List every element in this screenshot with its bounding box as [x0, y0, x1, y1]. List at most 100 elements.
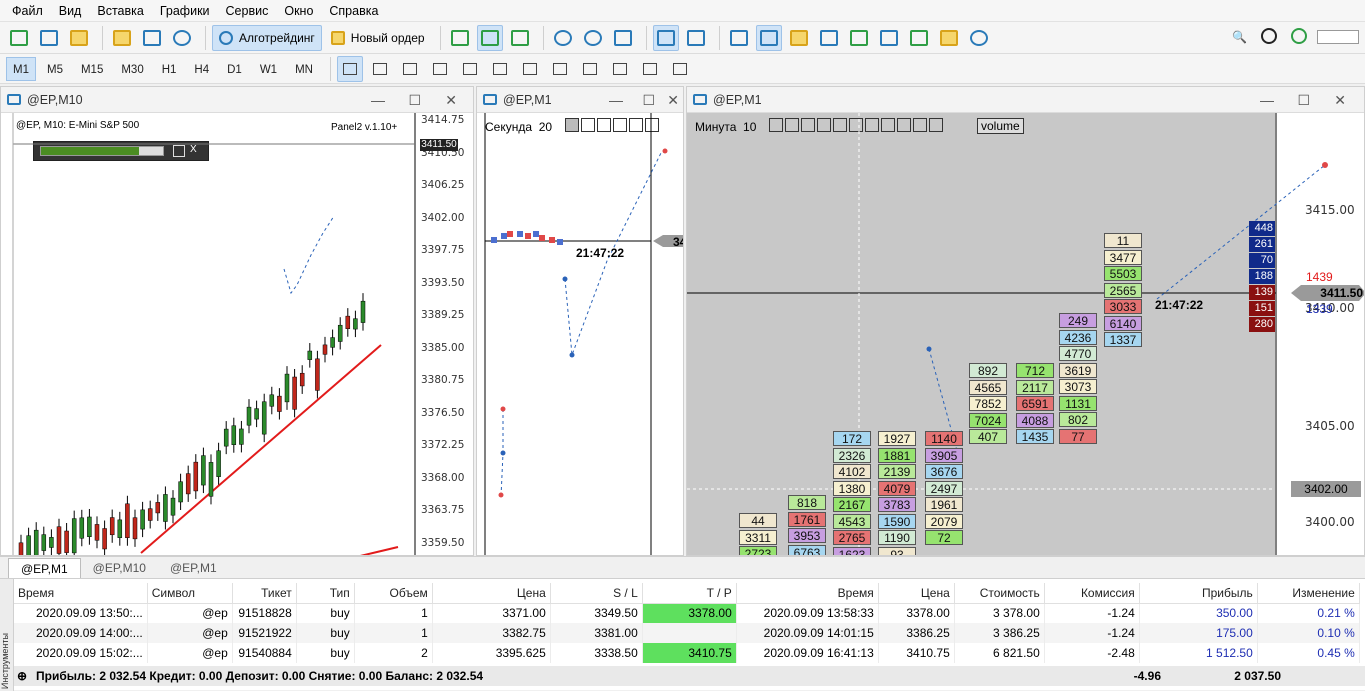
- minimize-button[interactable]: —: [371, 87, 385, 113]
- tile-windows-icon[interactable]: [610, 25, 636, 51]
- new-chart-icon[interactable]: [6, 25, 32, 51]
- trade-cell: 2020.09.09 16:41:13: [736, 643, 879, 663]
- arrows-icon[interactable]: [667, 56, 693, 82]
- column-header[interactable]: Прибыль: [1139, 583, 1258, 604]
- close-button[interactable]: ✕: [445, 87, 457, 113]
- timeframe-m5[interactable]: M5: [40, 57, 70, 81]
- price-tick-label: 3415.00: [1305, 203, 1355, 217]
- column-header[interactable]: Тикет: [232, 583, 297, 604]
- close-button[interactable]: ✕: [1334, 87, 1346, 113]
- timeframe-d1[interactable]: D1: [220, 57, 249, 81]
- menu-item[interactable]: Сервис: [218, 0, 277, 22]
- menu-item[interactable]: Графики: [152, 0, 218, 22]
- signals-chart-icon[interactable]: [906, 25, 932, 51]
- current-price-marker: 3411.50: [1320, 286, 1363, 300]
- rectangle-icon[interactable]: [637, 56, 663, 82]
- maximize-button[interactable]: ☐: [408, 87, 421, 113]
- chart-tab[interactable]: @EP,M1: [158, 558, 229, 578]
- cursor-icon[interactable]: [336, 55, 363, 82]
- timeframe-m30[interactable]: M30: [114, 57, 150, 81]
- timeframe-m1[interactable]: M1: [6, 56, 36, 81]
- timeframe-w1[interactable]: W1: [253, 57, 284, 81]
- horizontal-line-icon[interactable]: [427, 56, 453, 82]
- timeframe-h1[interactable]: H1: [155, 57, 184, 81]
- new-order-button[interactable]: Новый ордер: [326, 25, 430, 51]
- triangle-icon[interactable]: [607, 56, 633, 82]
- dom-ask-level: 261: [1249, 237, 1275, 252]
- column-header[interactable]: Цена: [878, 583, 955, 604]
- trade-row[interactable]: 2020.09.09 13:50:... @ep 91518828 buy 1 3371.…: [14, 603, 1360, 623]
- maximize-button[interactable]: ☐: [642, 87, 655, 113]
- chart-tab[interactable]: @EP,M1: [8, 558, 81, 578]
- timeframe-mn[interactable]: MN: [288, 57, 320, 81]
- tester-icon[interactable]: [876, 25, 902, 51]
- menu-item[interactable]: Вставка: [89, 0, 151, 22]
- seconds-chart-area[interactable]: Секунда 20 21:47:22 34: [477, 113, 683, 555]
- market-watch-icon[interactable]: [109, 25, 135, 51]
- footprint-cell: 44: [739, 513, 777, 528]
- timeframe-h4[interactable]: H4: [187, 57, 216, 81]
- candle: [94, 524, 100, 541]
- column-header[interactable]: Комиссия: [1044, 583, 1140, 604]
- column-header[interactable]: Объем: [354, 583, 433, 604]
- trade-row[interactable]: 2020.09.09 14:00:... @ep 91521922 buy 1 3382.…: [14, 623, 1360, 643]
- navigator-icon[interactable]: [139, 25, 165, 51]
- column-header[interactable]: Символ: [147, 583, 233, 604]
- column-header[interactable]: Стоимость: [954, 583, 1045, 604]
- minimize-button[interactable]: —: [609, 87, 623, 113]
- menu-item[interactable]: Файл: [4, 0, 51, 22]
- account-icon[interactable]: [1261, 28, 1277, 44]
- text-icon[interactable]: [547, 56, 573, 82]
- minimize-button[interactable]: —: [1260, 87, 1274, 113]
- function-icon[interactable]: [936, 25, 962, 51]
- objects-icon[interactable]: [786, 25, 812, 51]
- candlestick-icon[interactable]: [476, 24, 503, 51]
- menu-item[interactable]: Вид: [51, 0, 90, 22]
- search-icon[interactable]: 🔍: [1232, 30, 1247, 44]
- profiles-icon[interactable]: [36, 25, 62, 51]
- column-header[interactable]: Цена: [432, 583, 551, 604]
- menu-item[interactable]: Справка: [321, 0, 386, 22]
- maximize-button[interactable]: ☐: [1297, 87, 1310, 113]
- quick-search-input[interactable]: [1317, 30, 1359, 44]
- algo-trading-button[interactable]: Алготрейдинг: [212, 24, 322, 51]
- chart-tabs: @EP,M1 @EP,M10 @EP,M1: [0, 556, 1365, 578]
- zoom-in-icon[interactable]: [550, 25, 576, 51]
- chart-shift-icon[interactable]: [683, 25, 709, 51]
- close-button[interactable]: ✕: [667, 87, 679, 113]
- trade-cell: 2: [354, 643, 433, 663]
- column-header[interactable]: Изменение: [1257, 583, 1360, 604]
- ellipse-icon[interactable]: [577, 56, 603, 82]
- column-header[interactable]: T / P: [642, 583, 737, 604]
- menu-item[interactable]: Окно: [276, 0, 321, 22]
- footprint-chart-area[interactable]: Минута 10 volume 44 3311 2723 818 1761 3953 67…: [687, 113, 1364, 555]
- m10-chart-area[interactable]: @EP, M10: E-Mini S&P 500 Panel2 v.1.10+ …: [1, 113, 473, 555]
- signal-icon[interactable]: [169, 25, 195, 51]
- column-header[interactable]: Время: [736, 583, 879, 604]
- column-header[interactable]: S / L: [550, 583, 643, 604]
- channel-icon[interactable]: [487, 56, 513, 82]
- candle: [49, 537, 54, 548]
- periods-icon[interactable]: [755, 24, 782, 51]
- fibonacci-icon[interactable]: [517, 56, 543, 82]
- footprint-cell: 407: [969, 429, 1007, 444]
- timeframe-m15[interactable]: M15: [74, 57, 110, 81]
- line-chart-icon[interactable]: [507, 25, 533, 51]
- trendline-icon[interactable]: [457, 56, 483, 82]
- expand-icon[interactable]: ⊕: [14, 669, 30, 683]
- trade-row[interactable]: 2020.09.09 15:02:... @ep 91540884 buy 2 3395.…: [14, 643, 1360, 663]
- bid-size-label: 1339: [1306, 302, 1333, 316]
- templates-icon[interactable]: [66, 25, 92, 51]
- bar-chart-icon[interactable]: [447, 25, 473, 51]
- chart-tab[interactable]: @EP,M10: [81, 558, 158, 578]
- clock-icon[interactable]: [966, 25, 992, 51]
- auto-scroll-icon[interactable]: [652, 24, 679, 51]
- indicators-icon[interactable]: [726, 25, 752, 51]
- refresh-icon[interactable]: [846, 25, 872, 51]
- sort-icon[interactable]: [816, 25, 842, 51]
- crosshair-icon[interactable]: [367, 56, 393, 82]
- column-header[interactable]: Тип: [296, 583, 355, 604]
- vertical-line-icon[interactable]: [397, 56, 423, 82]
- zoom-out-icon[interactable]: [580, 25, 606, 51]
- column-header[interactable]: Время: [14, 583, 148, 604]
